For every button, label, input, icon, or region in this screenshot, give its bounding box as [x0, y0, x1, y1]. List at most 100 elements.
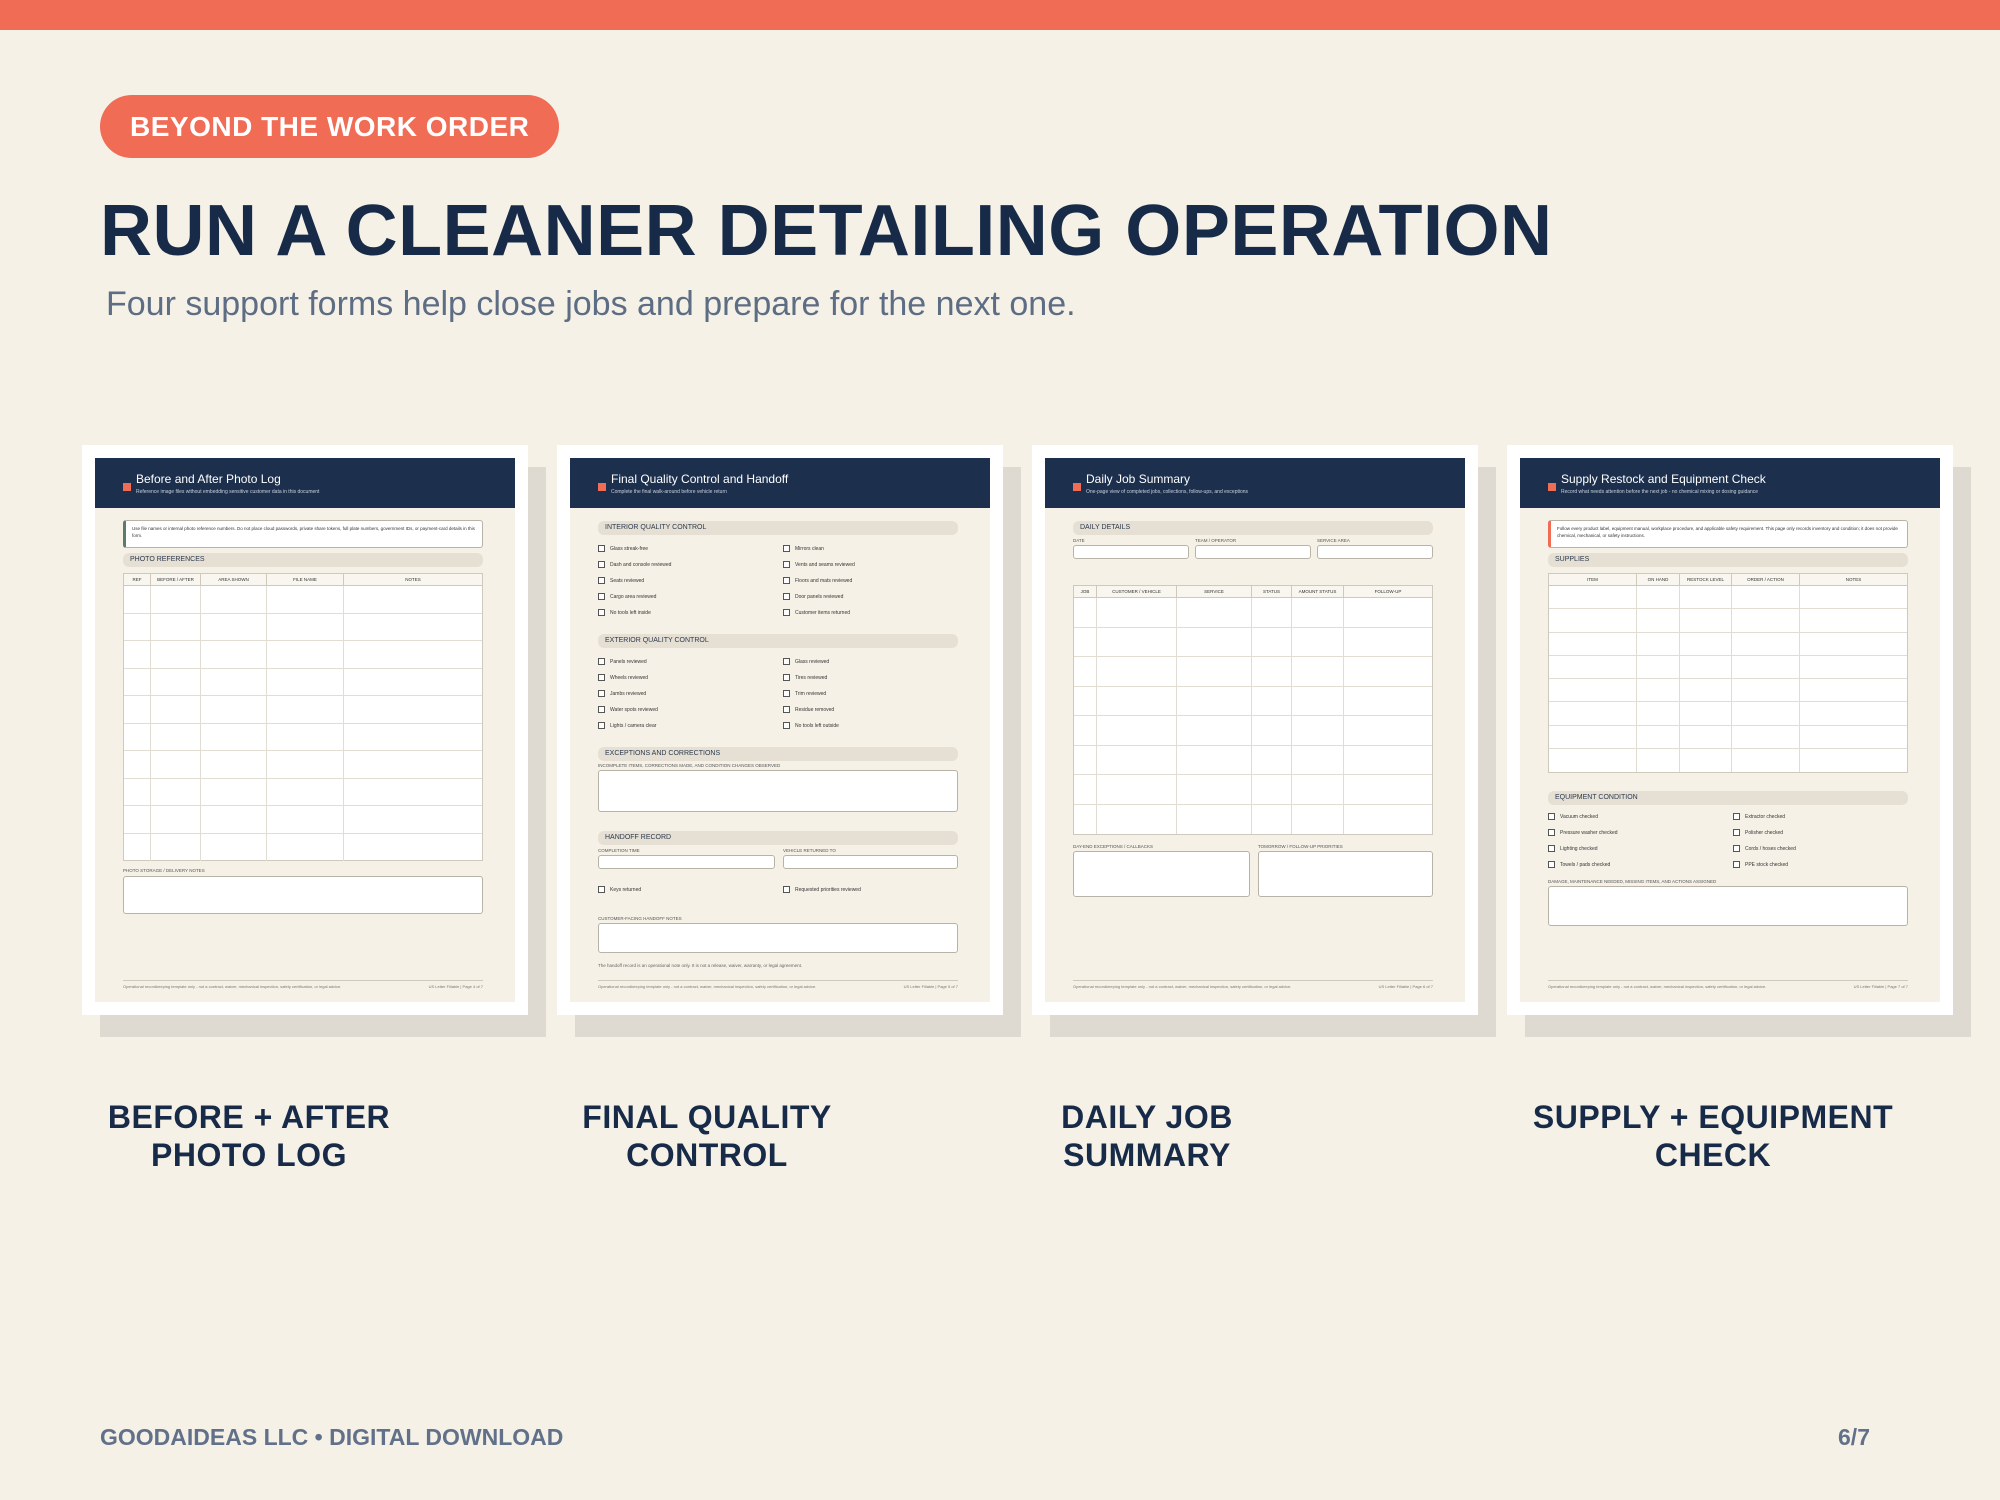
supplies-table: ITEM ON HAND RESTOCK LEVEL ORDER / ACTIO…	[1548, 573, 1908, 773]
checkbox-item[interactable]: No tools left inside	[598, 609, 651, 616]
checkbox-icon	[1548, 845, 1555, 852]
table-row[interactable]	[1074, 775, 1432, 805]
checkbox-item[interactable]: Residue removed	[783, 706, 834, 713]
table-row[interactable]	[1549, 725, 1907, 750]
footer-disclaimer: Operational recordkeeping template only …	[1073, 984, 1292, 989]
column-header: NOTES	[1845, 577, 1862, 582]
caption-line: BEFORE + AFTER	[107, 1099, 391, 1135]
checkbox-item[interactable]: Requested priorities reviewed	[783, 886, 861, 893]
completion-time-field[interactable]	[598, 855, 775, 869]
table-row[interactable]	[1074, 598, 1432, 628]
table-row[interactable]	[1074, 745, 1432, 775]
table-row[interactable]	[1549, 749, 1907, 773]
column-header: FILE NAME	[267, 574, 344, 585]
footer-page: US Letter Fillable | Page 6 of 7	[1378, 984, 1433, 989]
table-row[interactable]	[124, 806, 482, 834]
checkbox-icon	[1548, 813, 1555, 820]
table-row[interactable]	[1074, 716, 1432, 746]
caption-line: PHOTO LOG	[151, 1137, 347, 1173]
checkbox-item[interactable]: Extractor checked	[1733, 813, 1785, 820]
checkbox-item[interactable]: Towels / pads checked	[1548, 861, 1610, 868]
field-label: DATE	[1073, 538, 1085, 543]
checkbox-item[interactable]: Vents and seams reviewed	[783, 561, 855, 568]
checkbox-item[interactable]: Door panels reviewed	[783, 593, 843, 600]
table-header: JOB CUSTOMER / VEHICLE SERVICE STATUS AM…	[1074, 586, 1432, 598]
checkbox-item[interactable]: Panels reviewed	[598, 658, 647, 665]
day-end-exceptions-field[interactable]	[1073, 851, 1250, 897]
top-accent-bar	[0, 0, 2000, 30]
checkbox-item[interactable]: Cords / hoses checked	[1733, 845, 1796, 852]
table-row[interactable]	[1549, 702, 1907, 726]
form-preview: Before and After Photo Log Reference ima…	[82, 445, 528, 1015]
checkbox-item[interactable]: Lights / camera clear	[598, 722, 656, 729]
checkbox-item[interactable]: Water spots reviewed	[598, 706, 658, 713]
column-header: RESTOCK LEVEL	[1680, 574, 1732, 585]
table-row[interactable]	[1549, 609, 1907, 633]
table-row[interactable]	[124, 778, 482, 806]
checkbox-icon	[598, 674, 605, 681]
accent-square-icon	[123, 483, 131, 491]
checkbox-item[interactable]: Mirrors clean	[783, 545, 824, 552]
storage-notes-field[interactable]	[123, 876, 483, 914]
checkbox-icon	[783, 722, 790, 729]
table-row[interactable]	[1549, 679, 1907, 703]
checkbox-item[interactable]: Floors and mats reviewed	[783, 577, 852, 584]
checkbox-item[interactable]: Cargo area reviewed	[598, 593, 656, 600]
follow-up-priorities-field[interactable]	[1258, 851, 1433, 897]
checkbox-item[interactable]: Pressure washer checked	[1548, 829, 1618, 836]
table-row[interactable]	[124, 641, 482, 669]
date-field[interactable]	[1073, 545, 1189, 559]
caption-line: SUPPLY + EQUIPMENT	[1532, 1099, 1894, 1135]
checkbox-item[interactable]: No tools left outside	[783, 722, 839, 729]
form-sheet: Final Quality Control and Handoff Comple…	[570, 458, 990, 1002]
table-row[interactable]	[124, 723, 482, 751]
form-sheet: Before and After Photo Log Reference ima…	[95, 458, 515, 1002]
field-label: INCOMPLETE ITEMS, CORRECTIONS MADE, AND …	[598, 763, 781, 768]
checkbox-item[interactable]: Vacuum checked	[1548, 813, 1598, 820]
column-header: REF	[124, 574, 151, 585]
column-header: ITEM	[1549, 574, 1637, 585]
checkbox-item[interactable]: Dash and console reviewed	[598, 561, 671, 568]
checkbox-item[interactable]: Tires reviewed	[783, 674, 827, 681]
checkbox-item[interactable]: Wheels reviewed	[598, 674, 648, 681]
checkbox-item[interactable]: Jambs reviewed	[598, 690, 646, 697]
table-row[interactable]	[1549, 632, 1907, 656]
checkbox-item[interactable]: Lighting checked	[1548, 845, 1598, 852]
vehicle-returned-field[interactable]	[783, 855, 958, 869]
checkbox-item[interactable]: Trim reviewed	[783, 690, 826, 697]
checkbox-item[interactable]: Glass reviewed	[783, 658, 829, 665]
column-header: ON HAND	[1637, 574, 1680, 585]
caption-line: CONTROL	[626, 1137, 788, 1173]
table-row[interactable]	[1074, 627, 1432, 657]
form-title: Daily Job Summary	[1086, 472, 1191, 486]
table-row[interactable]	[124, 586, 482, 614]
table-row[interactable]	[124, 668, 482, 696]
team-operator-field[interactable]	[1195, 545, 1311, 559]
table-row[interactable]	[124, 751, 482, 779]
checkbox-icon	[598, 545, 605, 552]
column-header: AMOUNT STATUS	[1292, 586, 1344, 597]
table-row[interactable]	[1549, 655, 1907, 680]
table-row[interactable]	[1074, 657, 1432, 687]
checkbox-item[interactable]: Seats reviewed	[598, 577, 644, 584]
field-label: PHOTO STORAGE / DELIVERY NOTES	[123, 868, 205, 873]
table-row[interactable]	[1074, 804, 1432, 834]
section-heading: INTERIOR QUALITY CONTROL	[598, 521, 958, 535]
handoff-notes-field[interactable]	[598, 923, 958, 953]
checkbox-item[interactable]: Polisher checked	[1733, 829, 1783, 836]
table-row[interactable]	[124, 833, 482, 861]
checkbox-item[interactable]: Customer items returned	[783, 609, 850, 616]
damage-maintenance-field[interactable]	[1548, 886, 1908, 926]
table-row[interactable]	[124, 696, 482, 724]
checkbox-item[interactable]: Keys returned	[598, 886, 641, 893]
table-row[interactable]	[1549, 586, 1907, 610]
table-row[interactable]	[1074, 686, 1432, 716]
checkbox-item[interactable]: PPE stock checked	[1733, 861, 1788, 868]
form-title: Before and After Photo Log	[136, 472, 281, 486]
service-area-field[interactable]	[1317, 545, 1433, 559]
checkbox-icon	[1548, 861, 1555, 868]
page-number: 6/7	[1838, 1424, 1870, 1450]
exceptions-field[interactable]	[598, 770, 958, 812]
table-row[interactable]	[124, 613, 482, 641]
checkbox-item[interactable]: Glass streak-free	[598, 545, 648, 552]
